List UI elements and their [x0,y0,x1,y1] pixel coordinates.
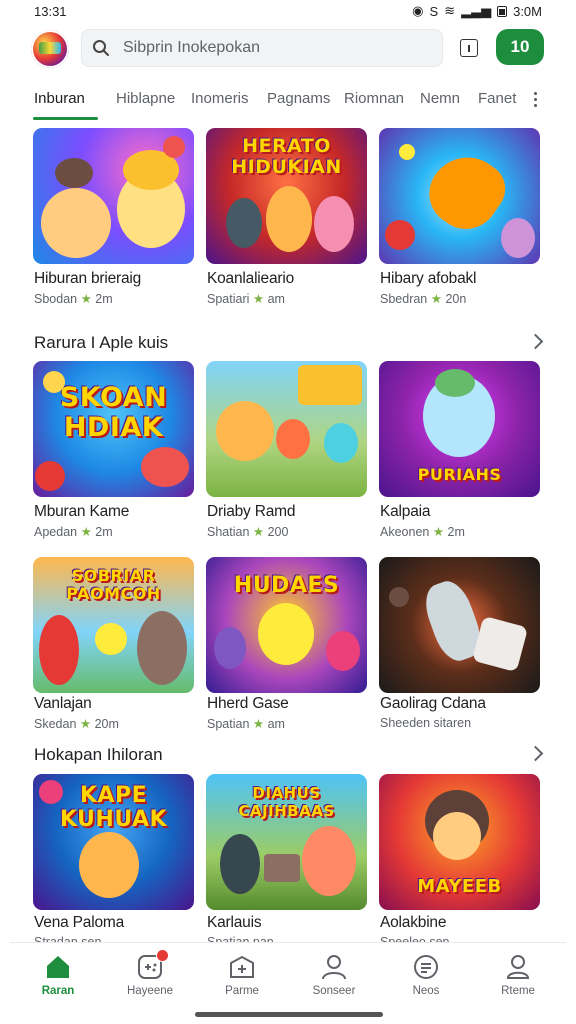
notification-badge [156,949,169,962]
game-card[interactable]: DIAHUS CAJIHBAAS Karlauis Spatian pan [206,774,367,949]
game-thumbnail [379,128,540,264]
status-bar: 13:31 ◉ S ≋ ▂▃▅ 3:0M [0,0,576,22]
game-thumbnail: SKOAN HDIAK [33,361,194,497]
person-icon [322,955,346,980]
game-title: Vena Paloma [34,914,125,931]
nav-people[interactable]: Sonseer [294,943,374,1009]
game-title: Hherd Gase [207,695,289,712]
star-icon: ★ [252,292,265,306]
game-title: Hiburan brieraig [34,270,142,287]
search-icon [93,40,109,56]
game-title: Koanlalieario [207,270,295,287]
home-icon [47,956,69,978]
bottom-navigation: Raran Hayeene Parme Sonseer Neos Rteme [10,942,566,1013]
game-title: Aolakbine [380,914,447,931]
game-thumbnail: SOBRIAR PAOMCOH [33,557,194,693]
section-title: Rarura I Aple kuis [34,333,169,352]
game-card[interactable]: HERATO HIDUKIAN Koanlalieario Spatiari ★… [206,128,367,306]
signal-icon: ▂▃▅ [461,3,492,18]
game-meta: Spatian ★ am [207,717,285,731]
game-thumbnail [379,557,540,693]
account-icon [506,955,530,979]
apps-icon [230,955,254,978]
game-card[interactable]: Hiburan brieraig Sbodan ★ 2m [33,128,194,306]
game-title: Driaby Ramd [207,503,296,520]
status-icons: ◉ S ≋ ▂▃▅ 3:0M [412,3,542,19]
tab-fanet[interactable]: Fanet [478,90,516,107]
nav-apps[interactable]: Parme [202,943,282,1009]
game-card[interactable]: Hibary afobakl Sbedran ★ 20n [379,128,540,306]
game-card[interactable]: Driaby Ramd Shatian ★ 200 [206,361,367,539]
game-card[interactable]: SOBRIAR PAOMCOH Vanlajan Skedan ★ 20m [33,557,194,731]
star-icon: ★ [79,717,92,731]
section-title: Hokapan Ihiloran [34,745,163,764]
notification-icon[interactable] [460,39,478,57]
game-title: Mburan Kame [34,503,130,520]
star-icon: ★ [252,717,265,731]
search-bar[interactable] [81,29,443,67]
header: 10 [0,26,576,74]
game-thumbnail: KAPE KUHUAK [33,774,194,910]
wifi-icon: ≋ [444,3,456,18]
star-icon: ★ [432,525,445,539]
game-meta: Shatian ★ 200 [207,525,289,539]
tab-pagnams[interactable]: Pagnams [267,90,330,107]
app-logo[interactable] [31,30,69,68]
nav-news[interactable]: Neos [386,943,466,1009]
game-title: Karlauis [207,914,262,931]
sync-icon: S [429,3,439,19]
home-indicator[interactable] [195,1012,383,1017]
game-meta: Sbodan ★ 2m [34,292,113,306]
game-card[interactable]: HUDAES Hherd Gase Spatian ★ am [206,557,367,731]
game-title: Hibary afobakl [380,270,477,287]
star-icon: ★ [252,525,265,539]
star-icon: ★ [80,525,92,539]
star-icon: ★ [430,292,442,306]
search-input[interactable] [121,38,425,58]
chevron-right-icon[interactable] [527,745,544,762]
location-icon: ◉ [412,3,424,18]
game-card[interactable]: MAYEEB Aolakbine Speeleo sen [379,774,540,949]
tab-nemn[interactable]: Nemn [420,90,460,107]
game-card[interactable]: PURIAHS Kalpaia Akeonen ★ 2m [379,361,540,539]
battery-icon [497,5,508,17]
game-title: Gaolirag Cdana [380,695,486,712]
nav-account[interactable]: Rteme [478,943,558,1009]
game-meta: Spatiari ★ am [207,292,285,306]
more-vert-icon[interactable] [532,92,538,108]
game-thumbnail: PURIAHS [379,361,540,497]
game-meta: Akeonen ★ 2m [380,525,465,539]
game-meta: Skedan ★ 20m [34,717,119,731]
game-thumbnail: HERATO HIDUKIAN [206,128,367,264]
game-card[interactable]: KAPE KUHUAK Vena Paloma Stradan sen [33,774,194,949]
game-thumbnail: HUDAES [206,557,367,693]
game-meta: Apedan ★ 2m [34,525,113,539]
status-right-text: 3:0M [513,3,542,19]
game-thumbnail: DIAHUS CAJIHBAAS [206,774,367,910]
compass-icon [414,955,438,979]
game-title: Kalpaia [380,503,431,520]
game-card[interactable]: Gaolirag Cdana Sheeden sitaren [379,557,540,730]
active-tab-indicator [33,117,98,120]
game-meta: Sheeden sitaren [380,716,472,730]
game-title: Vanlajan [34,695,92,712]
tab-hiblapne[interactable]: Hiblapne [116,90,175,107]
game-thumbnail [206,361,367,497]
tab-inomeris[interactable]: Inomeris [191,90,249,107]
nav-home[interactable]: Raran [18,943,98,1009]
rewards-button[interactable]: 10 [496,29,544,65]
game-thumbnail: MAYEEB [379,774,540,910]
game-meta: Sbedran ★ 20n [380,292,467,306]
tab-riomnan[interactable]: Riomnan [344,90,404,107]
game-card[interactable]: SKOAN HDIAK Mburan Kame Apedan ★ 2m [33,361,194,539]
star-icon: ★ [80,292,92,306]
status-time: 13:31 [34,3,67,19]
game-thumbnail [33,128,194,264]
tab-inburan[interactable]: Inburan [34,90,85,107]
category-tabs: Inburan Hiblapne Inomeris Pagnams Riomna… [0,84,576,122]
chevron-right-icon[interactable] [527,333,544,350]
nav-games[interactable]: Hayeene [110,943,190,1009]
